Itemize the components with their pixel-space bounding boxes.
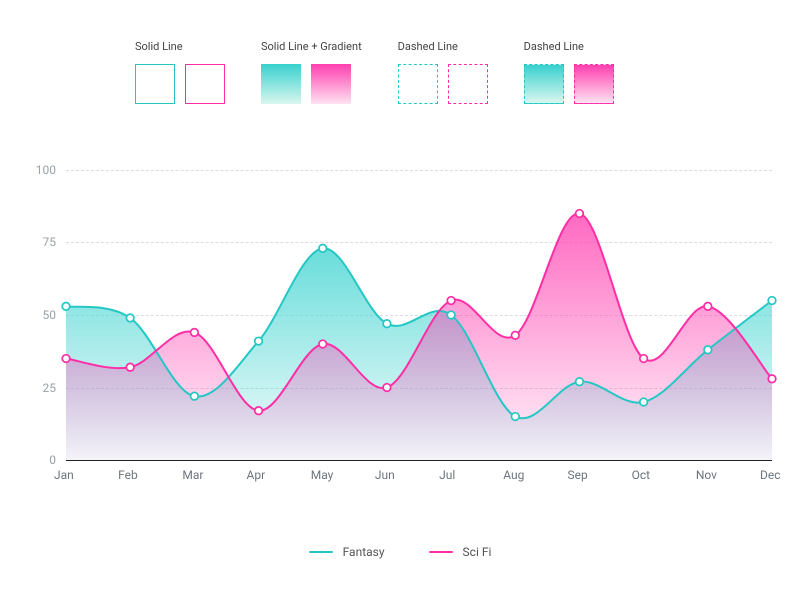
- data-point[interactable]: [319, 245, 327, 253]
- legend-item-scifi[interactable]: Sci Fi: [429, 545, 492, 559]
- data-point[interactable]: [383, 384, 391, 392]
- data-point[interactable]: [704, 346, 712, 354]
- swatch-group-solid: Solid Line: [135, 40, 225, 104]
- legend-line-icon: [309, 551, 333, 553]
- data-point[interactable]: [383, 320, 391, 328]
- data-point[interactable]: [255, 337, 263, 345]
- ytick: 75: [28, 235, 56, 249]
- swatch-label: Dashed Line: [398, 40, 488, 54]
- xlabel: Sep: [567, 468, 587, 482]
- swatch-dashed-scifi[interactable]: [448, 64, 488, 104]
- style-swatch-groups: Solid Line Solid Line + Gradient Dashed …: [135, 40, 614, 104]
- swatch-label: Solid Line: [135, 40, 225, 54]
- xlabel: Aug: [503, 468, 524, 482]
- xlabel: Nov: [696, 468, 717, 482]
- chart-legend: Fantasy Sci Fi: [0, 545, 800, 559]
- xlabel: May: [311, 468, 334, 482]
- data-point[interactable]: [191, 392, 199, 400]
- data-point[interactable]: [319, 340, 327, 348]
- legend-label: Sci Fi: [463, 545, 492, 559]
- xlabel: Mar: [182, 468, 203, 482]
- data-point[interactable]: [511, 413, 519, 421]
- plot-canvas: [66, 170, 772, 460]
- xlabel: Feb: [118, 468, 138, 482]
- data-point[interactable]: [62, 355, 70, 363]
- swatch-dashed-fantasy[interactable]: [398, 64, 438, 104]
- data-point[interactable]: [640, 355, 648, 363]
- legend-item-fantasy[interactable]: Fantasy: [309, 545, 385, 559]
- x-axis-labels: JanFebMarAprMayJunJulAugSepOctNovDec: [66, 468, 772, 488]
- data-point[interactable]: [576, 210, 584, 218]
- ytick: 100: [28, 163, 56, 177]
- data-point[interactable]: [768, 297, 776, 305]
- swatch-group-dashed: Dashed Line: [398, 40, 488, 104]
- data-point[interactable]: [126, 363, 134, 371]
- data-point[interactable]: [511, 332, 519, 340]
- xlabel: Dec: [760, 468, 781, 482]
- swatch-dashed-gradient-scifi[interactable]: [574, 64, 614, 104]
- xlabel: Apr: [247, 468, 266, 482]
- swatch-gradient-scifi[interactable]: [311, 64, 351, 104]
- data-point[interactable]: [126, 314, 134, 322]
- data-point[interactable]: [768, 375, 776, 383]
- swatch-solid-scifi[interactable]: [185, 64, 225, 104]
- xlabel: Jan: [54, 468, 74, 482]
- swatch-label: Solid Line + Gradient: [261, 40, 362, 54]
- data-point[interactable]: [62, 303, 70, 311]
- swatch-gradient-fantasy[interactable]: [261, 64, 301, 104]
- ytick: 50: [28, 308, 56, 322]
- data-point[interactable]: [704, 303, 712, 311]
- data-point[interactable]: [447, 311, 455, 319]
- swatch-dashed-gradient-fantasy[interactable]: [524, 64, 564, 104]
- swatch-solid-fantasy[interactable]: [135, 64, 175, 104]
- x-axis: [66, 460, 772, 461]
- data-point[interactable]: [447, 297, 455, 305]
- swatch-label: Dashed Line: [524, 40, 614, 54]
- ytick: 0: [28, 453, 56, 467]
- spline-area-chart: 100 75 50 25 0 JanFebMarAprMayJunJulAugS…: [28, 170, 772, 500]
- data-point[interactable]: [255, 407, 263, 415]
- xlabel: Jun: [375, 468, 395, 482]
- ytick: 25: [28, 381, 56, 395]
- xlabel: Jul: [439, 468, 455, 482]
- swatch-group-dashed-gradient: Dashed Line: [524, 40, 614, 104]
- xlabel: Oct: [632, 468, 650, 482]
- legend-label: Fantasy: [343, 545, 385, 559]
- data-point[interactable]: [576, 378, 584, 386]
- data-point[interactable]: [191, 329, 199, 337]
- swatch-group-solid-gradient: Solid Line + Gradient: [261, 40, 362, 104]
- data-point[interactable]: [640, 398, 648, 406]
- legend-line-icon: [429, 551, 453, 553]
